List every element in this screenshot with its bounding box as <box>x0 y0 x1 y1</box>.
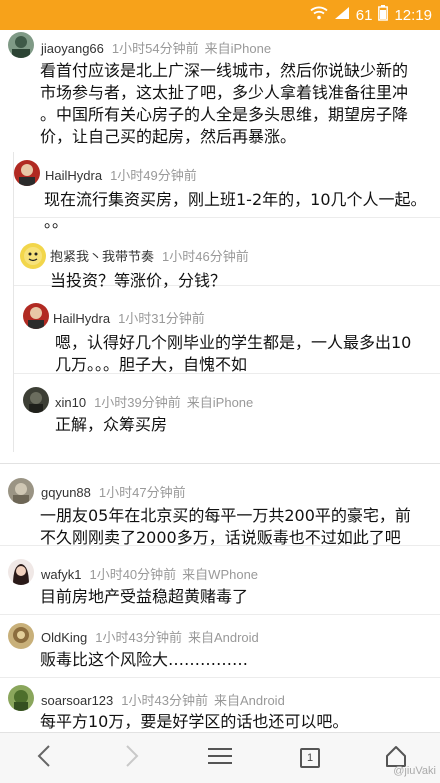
comment-body: 贩毒比这个风险大…………… <box>40 649 248 671</box>
avatar[interactable] <box>8 685 34 711</box>
status-indicators: 61 12:19 <box>310 5 432 25</box>
comment-username[interactable]: jiaoyang66 <box>41 41 104 56</box>
avatar[interactable] <box>23 387 49 413</box>
comment-username[interactable]: OldKing <box>41 630 87 645</box>
comment-time: 1小时46分钟前 <box>162 249 249 264</box>
comment-time: 1小时47分钟前 <box>98 485 186 500</box>
comment-body: 当投资？等涨价，分钱？ <box>50 270 226 292</box>
comment-source: 来自iPhone <box>204 41 272 56</box>
comment-source: 来自Android <box>213 693 285 708</box>
menu-button[interactable] <box>204 742 236 774</box>
comment-line: 不久刚刚卖了2000多万，话说贩毒也不过如此了吧 <box>40 528 401 547</box>
battery-icon <box>378 5 389 25</box>
signal-icon <box>334 6 350 24</box>
comment-username[interactable]: HailHydra <box>53 311 110 326</box>
comment-meta: OldKing 1小时43分钟前 来自Android <box>41 627 259 646</box>
comment-feed[interactable]: jiaoyang66 1小时54分钟前 来自iPhone 看首付应该是北上广深一线城… <box>0 30 440 732</box>
wifi-icon <box>310 6 328 24</box>
comment-line: 嗯，认得好几个刚毕业的学生都是，一人最多出10 <box>55 333 412 352</box>
comment-time: 1小时54分钟前 <box>111 41 199 56</box>
comment-username[interactable]: 抱紧我丶我带节奏 <box>50 249 154 264</box>
signal-text: 61 <box>355 6 373 24</box>
comment-line: 现在流行集资买房，刚上班1-2年的，10几个人一起。 <box>44 190 427 209</box>
comment-line: 市场参与者，这太扯了吧，多少人拿着钱准备往里冲 <box>40 83 409 102</box>
comment-line: 贩毒比这个风险大…………… <box>40 650 249 669</box>
comment-line: 几万。。。胆子大，自愧不如 <box>55 355 248 374</box>
tab-count: 1 <box>306 752 314 764</box>
comment-meta: HailHydra 1小时49分钟前 <box>45 165 203 184</box>
back-button[interactable] <box>28 742 60 774</box>
comment-body: 目前房地产受益稳超黄赌毒了 <box>40 586 248 608</box>
comment-source: 来自iPhone <box>186 395 254 410</box>
comment-username[interactable]: HailHydra <box>45 168 102 183</box>
comment-body: 嗯，认得好几个刚毕业的学生都是，一人最多出10 几万。。。胆子大，自愧不如 <box>55 332 411 376</box>
comment-line: 价，让自己买的起房，然后再暴涨。 <box>40 127 297 146</box>
comment-time: 1小时49分钟前 <box>110 168 197 183</box>
comment-username[interactable]: xin10 <box>55 395 86 410</box>
comment-source: 来自WPhone <box>182 567 259 582</box>
comment-line: 。。 <box>44 212 69 231</box>
avatar[interactable] <box>14 160 40 186</box>
avatar[interactable] <box>8 559 34 585</box>
avatar[interactable] <box>20 243 46 269</box>
comment-meta: wafyk1 1小时40分钟前 来自WPhone <box>41 564 258 583</box>
tabs-button[interactable]: 1 <box>294 742 326 774</box>
status-bar: 61 12:19 <box>0 0 440 30</box>
comment-body: 一朋友05年在北京买的每平一万共200平的豪宅，前 不久刚刚卖了2000多万，话… <box>40 505 411 549</box>
comment-line: 目前房地产受益稳超黄赌毒了 <box>40 587 249 606</box>
comment-username[interactable]: wafyk1 <box>41 567 81 582</box>
comment-time: 1小时39分钟前 <box>94 395 181 410</box>
comment-line: 看首付应该是北上广深一线城市，然后你说缺少新的 <box>40 61 409 80</box>
comment-meta: xin10 1小时39分钟前 来自iPhone <box>55 392 253 411</box>
avatar[interactable] <box>8 478 34 504</box>
comment-body: 看首付应该是北上广深一线城市，然后你说缺少新的 市场参与者，这太扯了吧，多少人拿… <box>40 60 408 148</box>
comment-body: 每平方10万，要是好学区的话也还可以吧。 <box>40 711 348 732</box>
forward-button[interactable] <box>116 742 148 774</box>
comment-meta: gqyun88 1小时47分钟前 <box>41 482 192 501</box>
comment-time: 1小时31分钟前 <box>118 311 205 326</box>
comment-source: 来自Android <box>187 630 259 645</box>
watermark: @jiuVaki <box>393 765 436 777</box>
comment-line: 正解，众筹买房 <box>55 415 168 434</box>
comment-time: 1小时43分钟前 <box>121 693 208 708</box>
comment-meta: jiaoyang66 1小时54分钟前 来自iPhone <box>41 38 271 57</box>
comment-line: 每平方10万，要是好学区的话也还可以吧。 <box>40 712 349 731</box>
comment-meta: HailHydra 1小时31分钟前 <box>53 308 211 327</box>
comment-username[interactable]: gqyun88 <box>41 485 91 500</box>
tabs-icon: 1 <box>300 748 320 768</box>
comment-line: 当投资？等涨价，分钱？ <box>50 271 227 290</box>
comment-username[interactable]: soarsoar123 <box>41 693 113 708</box>
chevron-left-icon <box>36 744 52 772</box>
comment-meta: soarsoar123 1小时43分钟前 来自Android <box>41 690 285 709</box>
comment-time: 1小时43分钟前 <box>95 630 182 645</box>
chevron-right-icon <box>124 744 140 772</box>
clock: 12:19 <box>394 6 432 24</box>
comment-body: 正解，众筹买房 <box>55 414 167 436</box>
browser-toolbar: 1 @jiuVaki <box>0 732 440 783</box>
comment-line: 一朋友05年在北京买的每平一万共200平的豪宅，前 <box>40 506 411 525</box>
comment-meta: 抱紧我丶我带节奏 1小时46分钟前 <box>50 246 255 265</box>
hamburger-icon <box>207 746 233 770</box>
avatar[interactable] <box>23 303 49 329</box>
avatar[interactable] <box>8 32 34 58</box>
comment-divider <box>0 677 440 678</box>
comment-body: 现在流行集资买房，刚上班1-2年的，10几个人一起。 。。 <box>44 189 427 233</box>
comment-line: 。中国所有关心房子的人全是多头思维，期望房子降 <box>40 105 409 124</box>
comment-divider <box>0 614 440 615</box>
thread-line <box>13 152 14 452</box>
avatar[interactable] <box>8 623 34 649</box>
comment-time: 1小时40分钟前 <box>89 567 177 582</box>
thread-separator <box>0 463 440 464</box>
